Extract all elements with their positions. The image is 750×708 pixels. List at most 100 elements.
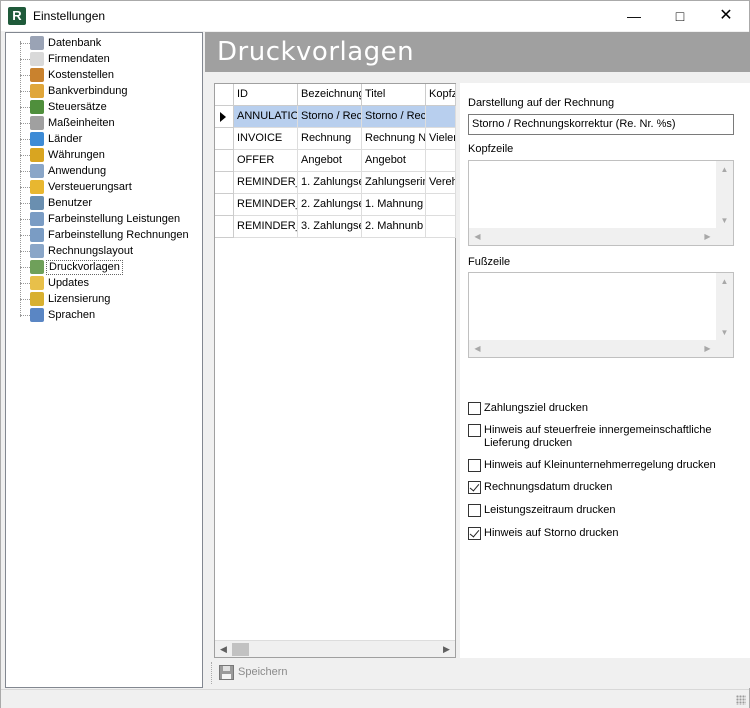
- sidebar-item-firmendaten[interactable]: Firmendaten: [6, 51, 196, 67]
- scroll-down-icon[interactable]: ▼: [716, 324, 733, 341]
- current-row-icon: [220, 112, 226, 122]
- sidebar-item-länder[interactable]: Länder: [6, 131, 196, 147]
- table-cell[interactable]: Zahlungserin: [362, 172, 426, 194]
- sidebar-item-updates[interactable]: Updates: [6, 275, 196, 291]
- sidebar-item-rechnungslayout[interactable]: Rechnungslayout: [6, 243, 196, 259]
- maximize-button[interactable]: □: [657, 1, 703, 31]
- checkbox[interactable]: [468, 527, 481, 540]
- scroll-left-icon[interactable]: ◀: [215, 641, 232, 658]
- scroll-left-icon[interactable]: ◀: [469, 340, 486, 357]
- column-header[interactable]: Titel: [362, 84, 426, 106]
- checkbox[interactable]: [468, 459, 481, 472]
- database-icon: [30, 36, 44, 50]
- kopfzeile-vertical-scrollbar[interactable]: ▲ ▼: [716, 161, 733, 229]
- sidebar-item-lizensierung[interactable]: Lizensierung: [6, 291, 196, 307]
- table-cell[interactable]: Storno / Rec: [362, 106, 426, 128]
- sidebar-item-druckvorlagen[interactable]: Druckvorlagen: [6, 259, 196, 275]
- table-cell[interactable]: [426, 106, 456, 128]
- sidebar-item-versteuerungsart[interactable]: Versteuerungsart: [6, 179, 196, 195]
- checkbox-label[interactable]: Rechnungsdatum drucken: [484, 481, 612, 494]
- fusszeile-textarea[interactable]: ▲ ▼ ◀ ▶: [468, 272, 734, 358]
- table-cell[interactable]: Storno / Rec: [298, 106, 362, 128]
- table-cell[interactable]: Rechnung N: [362, 128, 426, 150]
- scroll-up-icon[interactable]: ▲: [716, 273, 733, 290]
- table-cell[interactable]: 1. Mahnung: [362, 194, 426, 216]
- sidebar-item-steuersätze[interactable]: Steuersätze: [6, 99, 196, 115]
- title-bar[interactable]: R Einstellungen — □ ✕: [1, 1, 749, 31]
- sidebar-item-benutzer[interactable]: Benutzer: [6, 195, 196, 211]
- scroll-right-icon[interactable]: ▶: [699, 340, 716, 357]
- checkbox[interactable]: [468, 504, 481, 517]
- kopfzeile-textarea[interactable]: ▲ ▼ ◀ ▶: [468, 160, 734, 246]
- sidebar-item-sprachen[interactable]: Sprachen: [6, 307, 196, 323]
- row-header[interactable]: [215, 128, 234, 150]
- table-cell[interactable]: INVOICE: [234, 128, 298, 150]
- checkbox-label[interactable]: Zahlungsziel drucken: [484, 402, 588, 415]
- sidebar-item-währungen[interactable]: Währungen: [6, 147, 196, 163]
- sidebar-item-datenbank[interactable]: Datenbank: [6, 35, 196, 51]
- checkbox-label[interactable]: Hinweis auf Kleinunternehmerregelung dru…: [484, 459, 716, 472]
- settings-tree[interactable]: Datenbank Firmendaten Kostenstellen Bankver…: [5, 32, 203, 688]
- sidebar-item-bankverbindung[interactable]: Bankverbindung: [6, 83, 196, 99]
- main-content: Druckvorlagen ◀ ▶ ID Bezeichnung Titel Kopf…: [205, 32, 750, 688]
- close-button[interactable]: ✕: [703, 1, 749, 31]
- template-grid[interactable]: ◀ ▶ ID Bezeichnung Titel Kopfz ANNULATIO Stor…: [214, 83, 456, 658]
- tree-connector: [20, 171, 30, 172]
- checkbox[interactable]: [468, 424, 481, 437]
- sidebar-item-label: Steuersätze: [48, 101, 107, 113]
- column-header[interactable]: Kopfz: [426, 84, 456, 106]
- floppy-disk-icon: [219, 665, 234, 680]
- table-cell[interactable]: OFFER: [234, 150, 298, 172]
- scroll-down-icon[interactable]: ▼: [716, 212, 733, 229]
- table-cell[interactable]: [426, 194, 456, 216]
- sidebar-item-farbeinstellung-leistungen[interactable]: Farbeinstellung Leistungen: [6, 211, 196, 227]
- table-cell[interactable]: Angebot: [298, 150, 362, 172]
- table-cell[interactable]: 1. Zahlungse: [298, 172, 362, 194]
- resize-grip-icon[interactable]: [736, 695, 746, 705]
- table-cell[interactable]: REMINDER_: [234, 172, 298, 194]
- table-cell[interactable]: 3. Zahlungse: [298, 216, 362, 238]
- row-header[interactable]: [215, 172, 234, 194]
- kopfzeile-horizontal-scrollbar[interactable]: ◀ ▶: [469, 228, 716, 245]
- table-cell[interactable]: Angebot: [362, 150, 426, 172]
- table-cell[interactable]: [426, 216, 456, 238]
- table-cell[interactable]: Vereh: [426, 172, 456, 194]
- sidebar-item-anwendung[interactable]: Anwendung: [6, 163, 196, 179]
- darstellung-input[interactable]: Storno / Rechnungskorrektur (Re. Nr. %s): [468, 114, 734, 135]
- table-cell[interactable]: Vielen: [426, 128, 456, 150]
- column-header[interactable]: ID: [234, 84, 298, 106]
- row-header[interactable]: [215, 216, 234, 238]
- scroll-thumb[interactable]: [232, 643, 249, 656]
- sidebar-item-maßeinheiten[interactable]: Maßeinheiten: [6, 115, 196, 131]
- settings-window: R Einstellungen — □ ✕ Datenbank Firmendat…: [0, 0, 750, 708]
- table-cell[interactable]: [426, 150, 456, 172]
- row-header[interactable]: [215, 106, 234, 128]
- tree-connector: [20, 315, 30, 316]
- fusszeile-horizontal-scrollbar[interactable]: ◀ ▶: [469, 340, 716, 357]
- table-cell[interactable]: 2. Mahnunb: [362, 216, 426, 238]
- table-cell[interactable]: REMINDER_: [234, 194, 298, 216]
- table-cell[interactable]: REMINDER_: [234, 216, 298, 238]
- row-header[interactable]: [215, 150, 234, 172]
- checkbox-label[interactable]: Hinweis auf Storno drucken: [484, 527, 619, 540]
- checkbox[interactable]: [468, 481, 481, 494]
- minimize-button[interactable]: —: [611, 1, 657, 31]
- table-cell[interactable]: 2. Zahlungse: [298, 194, 362, 216]
- checkbox-label[interactable]: Hinweis auf steuerfreie innergemeinschaf…: [484, 424, 724, 450]
- scroll-right-icon[interactable]: ▶: [438, 641, 455, 658]
- table-cell[interactable]: Rechnung: [298, 128, 362, 150]
- sidebar-item-kostenstellen[interactable]: Kostenstellen: [6, 67, 196, 83]
- sidebar-item-label: Sprachen: [48, 309, 96, 321]
- sidebar-item-farbeinstellung-rechnungen[interactable]: Farbeinstellung Rechnungen: [6, 227, 196, 243]
- checkbox-label[interactable]: Leistungszeitraum drucken: [484, 504, 615, 517]
- scroll-right-icon[interactable]: ▶: [699, 228, 716, 245]
- scroll-left-icon[interactable]: ◀: [469, 228, 486, 245]
- save-button[interactable]: Speichern: [217, 662, 307, 684]
- checkbox[interactable]: [468, 402, 481, 415]
- column-header[interactable]: Bezeichnung: [298, 84, 362, 106]
- fusszeile-vertical-scrollbar[interactable]: ▲ ▼: [716, 273, 733, 341]
- row-header[interactable]: [215, 194, 234, 216]
- grid-horizontal-scrollbar[interactable]: ◀ ▶: [215, 640, 455, 657]
- table-cell[interactable]: ANNULATIO: [234, 106, 298, 128]
- scroll-up-icon[interactable]: ▲: [716, 161, 733, 178]
